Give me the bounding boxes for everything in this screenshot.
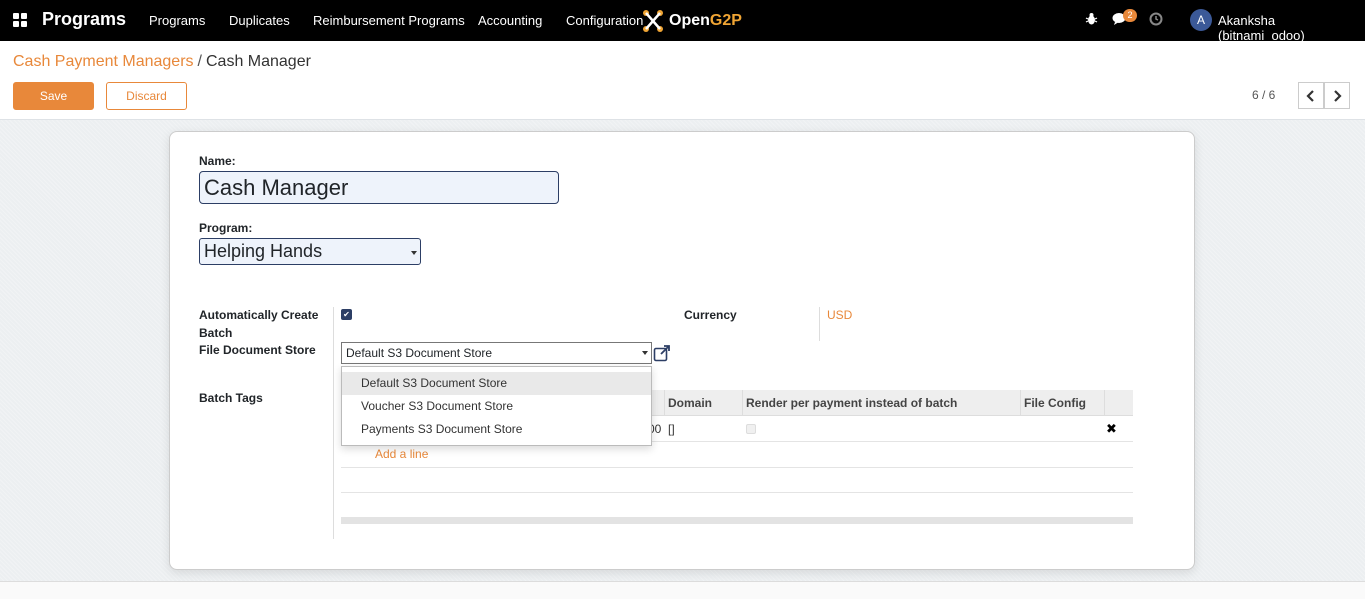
menu-duplicates[interactable]: Duplicates	[229, 13, 290, 28]
program-label: Program:	[199, 221, 253, 235]
column-render-per-payment[interactable]: Render per payment instead of batch	[746, 396, 957, 410]
program-caret-icon	[411, 251, 417, 255]
delete-row-icon[interactable]: ✖	[1106, 421, 1117, 437]
name-input[interactable]: Cash Manager	[199, 171, 559, 204]
logo-text-open: Open	[669, 12, 710, 29]
external-link-icon[interactable]	[653, 344, 671, 362]
top-navbar: Programs Programs Duplicates Reimburseme…	[0, 0, 1365, 43]
breadcrumb-separator: /	[197, 53, 202, 70]
dropdown-option-payments-s3[interactable]: Payments S3 Document Store	[342, 418, 651, 441]
pager-next-button[interactable]	[1324, 82, 1350, 109]
user-menu[interactable]: Akanksha (bitnami_odoo)	[1218, 13, 1365, 43]
column-divider	[1020, 390, 1021, 416]
control-panel: Cash Payment Managers / Cash Manager Save …	[0, 41, 1365, 120]
openg2p-logo-icon	[643, 10, 663, 32]
program-select-value: Helping Hands	[204, 241, 323, 261]
activity-clock-icon[interactable]	[1149, 12, 1163, 29]
pager-prev-button[interactable]	[1298, 82, 1324, 109]
debug-bug-icon[interactable]	[1085, 12, 1098, 29]
auto-batch-label-line2: Batch	[199, 326, 233, 340]
horizontal-scrollbar[interactable]	[341, 517, 1133, 524]
file-store-select-value: Default S3 Document Store	[346, 346, 493, 360]
menu-configuration[interactable]: Configuration	[566, 13, 643, 28]
file-store-caret-icon	[642, 351, 648, 355]
dropdown-option-voucher-s3[interactable]: Voucher S3 Document Store	[342, 395, 651, 418]
chevron-right-icon	[1334, 90, 1342, 102]
row-domain-cell[interactable]: []	[668, 422, 675, 436]
dropdown-option-default-s3[interactable]: Default S3 Document Store	[342, 372, 651, 395]
app-brand[interactable]: Programs	[42, 9, 126, 30]
name-label: Name:	[199, 154, 236, 168]
column-domain[interactable]: Domain	[668, 396, 712, 410]
chevron-left-icon	[1306, 90, 1314, 102]
currency-label: Currency	[684, 308, 737, 322]
column-file-config[interactable]: File Config	[1024, 396, 1086, 410]
column-divider	[742, 390, 743, 416]
row-divider	[341, 492, 1133, 493]
auto-batch-checkbox[interactable]: ✔	[341, 309, 352, 320]
user-avatar[interactable]: A	[1190, 9, 1212, 31]
menu-accounting[interactable]: Accounting	[478, 13, 542, 28]
file-store-label: File Document Store	[199, 343, 316, 357]
column-divider	[1104, 390, 1105, 416]
menu-programs[interactable]: Programs	[149, 13, 205, 28]
apps-menu-icon[interactable]	[13, 13, 27, 27]
batch-tags-label: Batch Tags	[199, 391, 263, 405]
footer-bar	[0, 581, 1365, 599]
menu-reimbursement-programs[interactable]: Reimbursement Programs	[313, 13, 465, 28]
discard-button[interactable]: Discard	[106, 82, 187, 110]
breadcrumb-current: Cash Manager	[205, 53, 311, 70]
currency-divider	[819, 307, 820, 341]
column-divider	[664, 390, 665, 416]
breadcrumb-parent-link[interactable]: Cash Payment Managers	[13, 53, 194, 70]
openg2p-logo: OpenG2P	[641, 8, 742, 34]
messages-badge: 2	[1123, 9, 1137, 22]
render-per-payment-checkbox[interactable]	[746, 424, 756, 434]
breadcrumb: Cash Payment Managers / Cash Manager	[13, 53, 311, 71]
program-select[interactable]: Helping Hands	[199, 238, 421, 265]
save-button[interactable]: Save	[13, 82, 94, 110]
auto-batch-label: Automatically Create	[199, 308, 319, 322]
add-line-link[interactable]: Add a line	[375, 447, 428, 461]
pager-value[interactable]: 6 / 6	[1252, 88, 1275, 102]
currency-value[interactable]: USD	[827, 308, 852, 322]
field-divider	[333, 307, 334, 539]
row-divider	[341, 467, 1133, 468]
file-store-dropdown: Default S3 Document Store Voucher S3 Doc…	[341, 366, 652, 446]
logo-text-g2p: G2P	[709, 12, 742, 29]
file-store-select[interactable]: Default S3 Document Store	[341, 342, 652, 364]
